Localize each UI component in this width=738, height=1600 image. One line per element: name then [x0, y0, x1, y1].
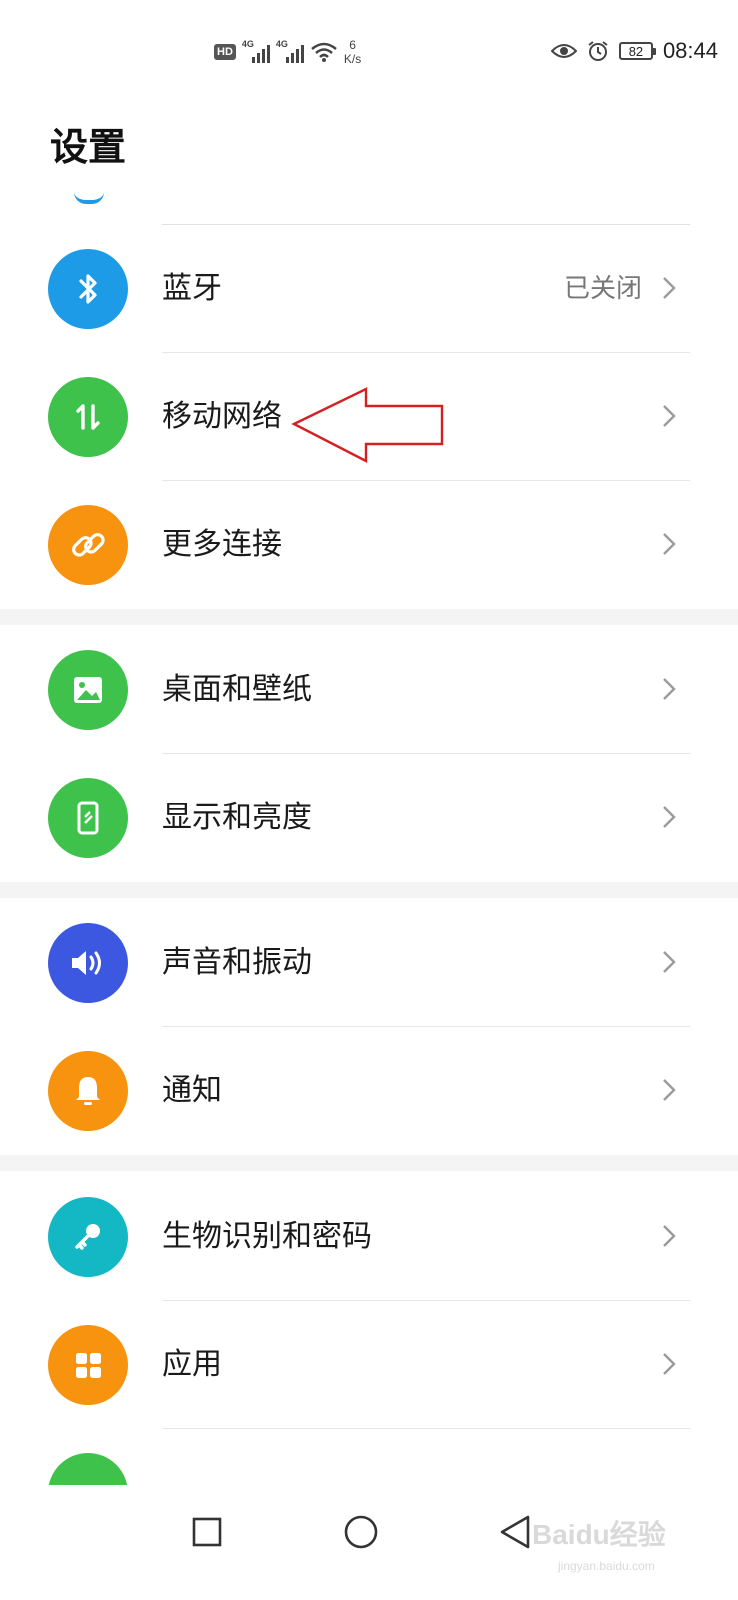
settings-group-display: 桌面和壁纸 显示和亮度: [0, 626, 738, 882]
svg-text:jingyan.baidu.com: jingyan.baidu.com: [557, 1559, 655, 1573]
display-icon: [48, 778, 128, 858]
settings-item-label: 显示和亮度: [162, 800, 312, 835]
chevron-right-icon: [663, 806, 676, 828]
page-title: 设置: [50, 125, 127, 169]
group-separator: [0, 1155, 738, 1171]
chevron-right-icon: [663, 951, 676, 973]
bluetooth-icon: [48, 249, 128, 329]
chevron-right-icon: [663, 1353, 676, 1375]
recents-button[interactable]: [182, 1507, 232, 1557]
group-separator: [0, 882, 738, 898]
status-bar-left: HD 4G 4G 6 K/s: [214, 38, 361, 66]
alarm-icon: [588, 41, 608, 61]
settings-item-label: 通知: [162, 1073, 222, 1108]
settings-item-label: 更多连接: [162, 527, 282, 562]
chevron-right-icon: [663, 277, 676, 299]
square-icon: [192, 1517, 222, 1547]
scrolled-item-edge: [74, 192, 104, 204]
triangle-back-icon: [500, 1515, 530, 1549]
hd-voice-icon: HD: [214, 44, 236, 60]
settings-item-label: 应用: [162, 1347, 222, 1382]
settings-item-notifications[interactable]: 通知: [0, 1027, 738, 1155]
circle-icon: [344, 1515, 378, 1549]
mobile-data-icon: [48, 377, 128, 457]
signal-2-icon: 4G: [276, 39, 304, 63]
svg-text:Baidu经验: Baidu经验: [532, 1518, 666, 1550]
settings-item-label: 桌面和壁纸: [162, 672, 312, 707]
red-arrow-annotation: [291, 387, 444, 463]
settings-item-bluetooth[interactable]: 蓝牙 已关闭: [0, 225, 738, 353]
chevron-right-icon: [663, 1079, 676, 1101]
partial-app-icon: [48, 1453, 128, 1489]
link-icon: [48, 505, 128, 585]
settings-item-label: 移动网络: [162, 399, 282, 434]
settings-item-biometrics-password[interactable]: 生物识别和密码: [0, 1173, 738, 1301]
chevron-right-icon: [663, 678, 676, 700]
chevron-right-icon: [663, 1225, 676, 1247]
eye-icon: [550, 44, 577, 58]
battery-icon: 82: [618, 42, 656, 60]
status-bar-right: 82 08:44: [550, 38, 718, 64]
wifi-icon: [311, 42, 337, 62]
settings-item-more-connections[interactable]: 更多连接: [0, 481, 738, 609]
group-separator: [0, 609, 738, 625]
status-bar: HD 4G 4G 6 K/s 82 08:44: [0, 0, 738, 105]
apps-icon: [48, 1325, 128, 1405]
speaker-icon: [48, 923, 128, 1003]
key-icon: [48, 1197, 128, 1277]
wallpaper-icon: [48, 650, 128, 730]
settings-item-value: 已关闭: [563, 274, 642, 304]
settings-group-security: 生物识别和密码 应用: [0, 1173, 738, 1489]
settings-item-apps[interactable]: 应用: [0, 1301, 738, 1429]
chevron-right-icon: [663, 405, 676, 427]
settings-group-sound: 声音和振动 通知: [0, 899, 738, 1155]
chevron-right-icon: [663, 533, 676, 555]
settings-item-partial[interactable]: [0, 1429, 738, 1489]
settings-item-sound-vibration[interactable]: 声音和振动: [0, 899, 738, 1027]
clock: 08:44: [662, 38, 718, 63]
watermark: Baidu经验 jingyan.baidu.com: [528, 1500, 718, 1590]
settings-item-label: 声音和振动: [162, 945, 312, 980]
bell-icon: [48, 1051, 128, 1131]
settings-item-label: 生物识别和密码: [162, 1219, 372, 1254]
settings-item-home-wallpaper[interactable]: 桌面和壁纸: [0, 626, 738, 754]
settings-item-label: 蓝牙: [162, 271, 222, 306]
home-button[interactable]: [336, 1507, 386, 1557]
network-speed: 6 K/s: [343, 38, 362, 66]
settings-item-display-brightness[interactable]: 显示和亮度: [0, 754, 738, 882]
signal-1-icon: 4G: [242, 39, 270, 63]
